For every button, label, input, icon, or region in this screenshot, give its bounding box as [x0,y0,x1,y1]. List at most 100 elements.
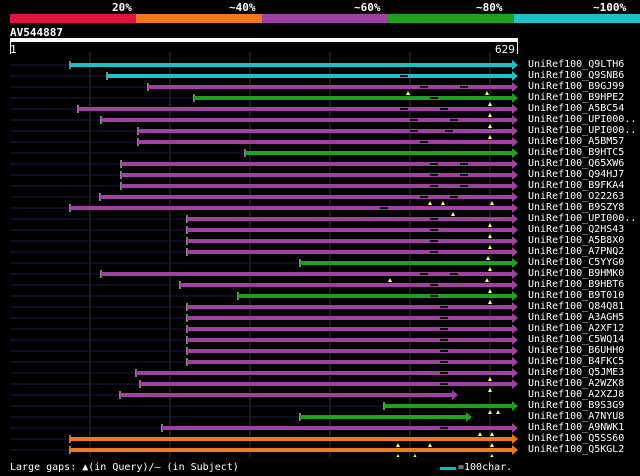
hit-label[interactable]: UniRef100_Q5KGL2 [528,444,640,455]
hit-row[interactable] [10,225,518,238]
hit-alignment-bar[interactable] [187,228,512,232]
hit-row[interactable] [10,137,518,147]
hit-row[interactable] [10,236,518,249]
hit-row[interactable] [10,412,472,422]
hit-row[interactable] [10,434,518,447]
hit-row[interactable] [10,346,518,356]
hit-label[interactable]: UniRef100_C5YYG0 [528,257,640,268]
hit-alignment-bar[interactable] [187,305,512,309]
hit-label[interactable]: UniRef100_A5B8X0 [528,235,640,246]
hit-label[interactable]: UniRef100_A3AGH5 [528,312,640,323]
hit-alignment-bar[interactable] [121,184,512,188]
hit-row[interactable] [10,126,518,139]
hit-row[interactable] [10,269,518,282]
hit-label[interactable]: UniRef100_B9T010 [528,290,640,301]
hit-row[interactable] [10,401,518,414]
hit-row[interactable] [10,302,518,312]
hit-row[interactable] [10,368,518,381]
hit-label[interactable]: UniRef100_A7PNQ2 [528,246,640,257]
hit-alignment-bar[interactable] [187,349,512,353]
hit-row[interactable] [10,247,518,260]
hit-alignment-bar[interactable] [187,327,512,331]
hit-alignment-bar[interactable] [187,239,512,243]
hit-row[interactable] [10,181,518,191]
hit-label[interactable]: UniRef100_Q9LTH6 [528,59,640,70]
hit-alignment-bar[interactable] [148,85,512,89]
hit-label[interactable]: UniRef100_Q65XW6 [528,158,640,169]
hit-label[interactable]: UniRef100_A5BC54 [528,103,640,114]
hit-label[interactable]: UniRef100_A2XF12 [528,323,640,334]
hit-row[interactable] [10,115,518,128]
hit-alignment-bar[interactable] [121,173,512,177]
hit-label[interactable]: UniRef100_Q5SS60 [528,433,640,444]
hit-row[interactable] [10,258,518,271]
hit-alignment-bar[interactable] [187,316,512,320]
hit-row[interactable] [10,214,518,227]
hit-alignment-bar[interactable] [140,382,512,386]
hit-alignment-bar[interactable] [120,393,452,397]
hit-alignment-bar[interactable] [162,426,512,430]
hit-label[interactable]: UniRef100_Q94HJ7 [528,169,640,180]
hit-label[interactable]: UniRef100_Q2HS43 [528,224,640,235]
hit-row[interactable] [10,192,518,205]
hit-alignment-bar[interactable] [138,140,512,144]
hit-row[interactable] [10,291,518,304]
hit-row[interactable] [10,71,518,81]
hit-row[interactable] [10,159,518,169]
hit-label[interactable]: UniRef100_UPI000.. [528,213,640,224]
hit-row[interactable] [10,423,518,436]
hit-label[interactable]: UniRef100_UPI000.. [528,125,640,136]
hit-label[interactable]: UniRef100_Q9SNB6 [528,70,640,81]
hit-alignment-bar[interactable] [300,415,466,419]
hit-alignment-bar[interactable] [187,360,512,364]
hit-alignment-bar[interactable] [70,448,512,452]
hit-alignment-bar[interactable] [107,74,512,78]
hit-label[interactable]: UniRef100_B9HBT6 [528,279,640,290]
hit-label[interactable]: UniRef100_B9HTC5 [528,147,640,158]
hit-row[interactable] [10,335,518,345]
hit-alignment-bar[interactable] [245,151,512,155]
hit-alignment-bar[interactable] [70,63,512,67]
hit-label[interactable]: UniRef100_B9HMK0 [528,268,640,279]
hit-alignment-bar[interactable] [238,294,512,298]
hit-alignment-bar[interactable] [384,404,512,408]
hit-alignment-bar[interactable] [136,371,512,375]
hit-label[interactable]: UniRef100_A2WZK8 [528,378,640,389]
hit-row[interactable] [10,313,518,323]
hit-alignment-bar[interactable] [300,261,512,265]
hit-label[interactable]: UniRef100_C5WQ14 [528,334,640,345]
hit-label[interactable]: UniRef100_A5BM57 [528,136,640,147]
hit-row[interactable] [10,280,518,293]
hit-alignment-bar[interactable] [70,206,512,210]
hit-row[interactable] [10,60,518,70]
hit-alignment-bar[interactable] [187,217,512,221]
hit-alignment-bar[interactable] [187,338,512,342]
hit-label[interactable]: UniRef100_UPI000.. [528,114,640,125]
hit-label[interactable]: UniRef100_B4FKC5 [528,356,640,367]
hit-label[interactable]: UniRef100_A7NYU8 [528,411,640,422]
hit-label[interactable]: UniRef100_B9FKA4 [528,180,640,191]
hit-row[interactable] [10,104,518,117]
hit-row[interactable] [10,93,518,106]
hit-label[interactable]: UniRef100_A9NWK1 [528,422,640,433]
hit-alignment-bar[interactable] [180,283,512,287]
hit-row[interactable] [10,324,518,334]
hit-row[interactable] [10,170,518,180]
hit-label[interactable]: UniRef100_Q5JME3 [528,367,640,378]
hit-alignment-bar[interactable] [194,96,512,100]
hit-alignment-bar[interactable] [187,250,512,254]
hit-row[interactable] [10,379,518,392]
hit-row[interactable] [10,357,518,367]
hit-row[interactable] [10,390,458,400]
hit-label[interactable]: UniRef100_O22263 [528,191,640,202]
hit-label[interactable]: UniRef100_B9HPE2 [528,92,640,103]
hit-label[interactable]: UniRef100_B9GJ99 [528,81,640,92]
hit-label[interactable]: UniRef100_A2XZJ8 [528,389,640,400]
hit-alignment-bar[interactable] [121,162,512,166]
hit-alignment-bar[interactable] [70,437,512,441]
hit-label[interactable]: UniRef100_B6UHH0 [528,345,640,356]
hit-row[interactable] [10,445,518,457]
hit-row[interactable] [10,148,518,158]
hit-alignment-bar[interactable] [138,129,512,133]
hit-label[interactable]: UniRef100_B9S3G9 [528,400,640,411]
